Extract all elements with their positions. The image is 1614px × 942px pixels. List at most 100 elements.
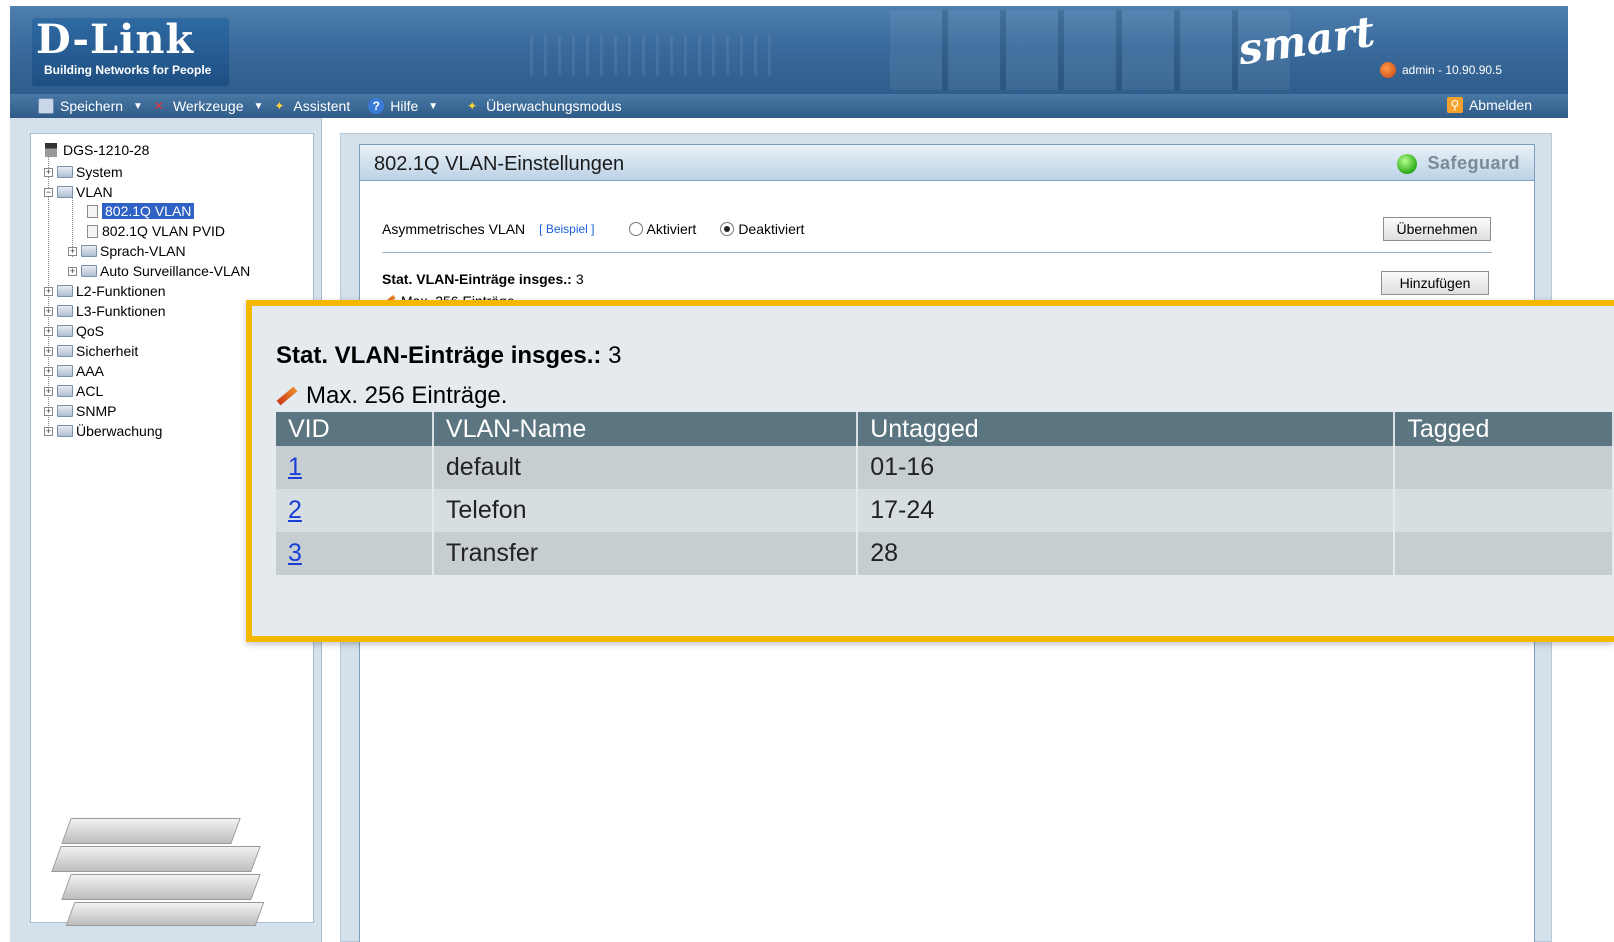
user-info: admin - 10.90.90.5 — [1380, 62, 1502, 78]
tree-item-aaa[interactable]: + AAA — [44, 361, 104, 381]
zoom-total-entries: Stat. VLAN-Einträge insges.: 3 — [276, 342, 621, 370]
tree-item-label: L3-Funktionen — [76, 303, 166, 319]
dlink-tagline: Building Networks for People — [44, 63, 212, 77]
tree-item-surveillance-vlan[interactable]: + Auto Surveillance-VLAN — [68, 261, 250, 281]
folder-icon — [57, 166, 73, 178]
cell-tagged — [1394, 532, 1614, 575]
tree-item-qos[interactable]: + QoS — [44, 321, 104, 341]
tree-item-label: QoS — [76, 323, 105, 339]
zoom-callout: Stat. VLAN-Einträge insges.: 3 Max. 256 … — [246, 300, 1614, 642]
switch-unit — [61, 818, 241, 844]
switch-unit — [61, 874, 261, 900]
menu-wizard[interactable]: ✦ Assistent — [271, 98, 350, 114]
expand-icon[interactable]: + — [68, 266, 77, 276]
column-header-untagged: Untagged — [857, 412, 1396, 446]
tree-item-label: ACL — [76, 383, 104, 399]
cell-vlan-name: Telefon — [432, 489, 859, 532]
tree-item-vlan[interactable]: − VLAN — [44, 182, 113, 202]
asymmetric-vlan-row: Asymmetrisches VLAN [ Beispiel ] Aktivie… — [382, 221, 804, 237]
switch-icon — [45, 143, 57, 157]
column-header-tagged: Tagged — [1394, 412, 1614, 446]
radio-enabled[interactable] — [628, 222, 643, 236]
vid-link[interactable]: 3 — [288, 539, 302, 567]
chevron-down-icon: ▼ — [428, 100, 439, 112]
folder-icon — [57, 305, 73, 317]
tree-item-label: AAA — [76, 363, 105, 379]
folder-icon — [81, 245, 97, 257]
port-lights-decoration — [530, 36, 780, 76]
menu-tools[interactable]: ✕ Werkzeuge ▼ — [151, 98, 264, 114]
tree-item-label: SNMP — [76, 403, 117, 419]
folder-icon — [57, 385, 73, 397]
tree-item-voice-vlan[interactable]: + Sprach-VLAN — [68, 241, 186, 261]
table-row: 2 Telefon 17-24 — [276, 489, 1614, 532]
switch-illustration — [51, 818, 266, 928]
radio-disabled[interactable] — [720, 222, 735, 236]
tree-item-l3[interactable]: + L3-Funktionen — [44, 301, 166, 321]
vlan-table: VID VLAN-Name Untagged Tagged 1 default … — [276, 412, 1614, 575]
tree-root-label: DGS-1210-28 — [63, 142, 150, 158]
safeguard-label: Safeguard — [1427, 153, 1520, 173]
zoom-max-label: Max. 256 Einträge. — [306, 382, 508, 409]
expand-icon[interactable]: + — [44, 386, 53, 396]
menu-save[interactable]: Speichern ▼ — [38, 98, 143, 114]
tree-item-label: L2-Funktionen — [76, 283, 166, 299]
panel-title-bar: 802.1Q VLAN-Einstellungen Safeguard — [360, 145, 1534, 181]
tree-item-8021q-vlan[interactable]: 802.1Q VLAN — [87, 201, 195, 221]
tree-item-system[interactable]: + System — [44, 162, 123, 182]
menu-save-label: Speichern — [60, 98, 124, 114]
chevron-down-icon: ▼ — [253, 100, 264, 112]
folder-icon — [57, 425, 73, 437]
menu-help[interactable]: ? Hilfe ▼ — [368, 98, 438, 114]
asymmetric-vlan-label: Asymmetrisches VLAN — [382, 221, 526, 237]
folder-icon — [57, 285, 73, 297]
add-button[interactable]: Hinzufügen — [1381, 271, 1489, 295]
cell-untagged: 28 — [857, 532, 1396, 575]
expand-icon[interactable]: + — [44, 346, 53, 356]
tree-item-label-selected: 802.1Q VLAN — [102, 203, 195, 219]
expand-icon[interactable]: + — [44, 406, 53, 416]
total-entries-label: Stat. VLAN-Einträge insges.: — [382, 271, 572, 287]
switch-ports-decoration — [890, 10, 1290, 90]
expand-icon[interactable]: + — [44, 426, 53, 436]
help-icon: ? — [368, 98, 385, 114]
tree-item-8021q-vlan-pvid[interactable]: 802.1Q VLAN PVID — [87, 221, 225, 241]
vid-link[interactable]: 1 — [288, 453, 302, 481]
tree-item-monitoring[interactable]: + Überwachung — [44, 421, 162, 441]
expand-icon[interactable]: + — [44, 306, 53, 316]
collapse-icon[interactable]: − — [44, 187, 53, 197]
expand-icon[interactable]: + — [68, 246, 77, 256]
cell-vlan-name: Transfer — [432, 532, 859, 575]
tree-item-label: Sicherheit — [76, 343, 139, 359]
tree-item-snmp[interactable]: + SNMP — [44, 401, 116, 421]
user-icon — [1380, 62, 1396, 78]
logout-label: Abmelden — [1468, 97, 1532, 113]
apply-button[interactable]: Übernehmen — [1383, 217, 1491, 241]
document-icon — [87, 224, 98, 238]
cell-untagged: 01-16 — [857, 446, 1396, 489]
wizard-icon: ✦ — [467, 99, 478, 113]
example-link[interactable]: [ Beispiel ] — [539, 222, 594, 236]
tree-item-label: Auto Surveillance-VLAN — [100, 263, 251, 279]
tree-root-device[interactable]: DGS-1210-28 — [45, 140, 149, 160]
tree-item-security[interactable]: + Sicherheit — [44, 341, 138, 361]
folder-icon — [57, 325, 73, 337]
total-entries-row: Stat. VLAN-Einträge insges.: 3 — [382, 271, 584, 287]
logout-button[interactable]: ⚲ Abmelden — [1446, 97, 1532, 113]
menu-wizard-label: Assistent — [293, 98, 351, 114]
tree-item-label: VLAN — [76, 184, 113, 200]
cell-vid: 2 — [276, 489, 434, 532]
pencil-icon — [276, 386, 298, 406]
tree-item-acl[interactable]: + ACL — [44, 381, 103, 401]
cell-vid: 1 — [276, 446, 434, 489]
column-header-vid: VID — [276, 412, 434, 446]
tree-item-l2[interactable]: + L2-Funktionen — [44, 281, 166, 301]
expand-icon[interactable]: + — [44, 366, 53, 376]
expand-icon[interactable]: + — [44, 167, 53, 177]
menu-monitor-mode[interactable]: ✦ Überwachungsmodus — [464, 98, 621, 114]
expand-icon[interactable]: + — [44, 326, 53, 336]
status-led-icon — [1397, 153, 1418, 174]
cell-tagged — [1394, 446, 1614, 489]
expand-icon[interactable]: + — [44, 286, 53, 296]
vid-link[interactable]: 2 — [288, 496, 302, 524]
